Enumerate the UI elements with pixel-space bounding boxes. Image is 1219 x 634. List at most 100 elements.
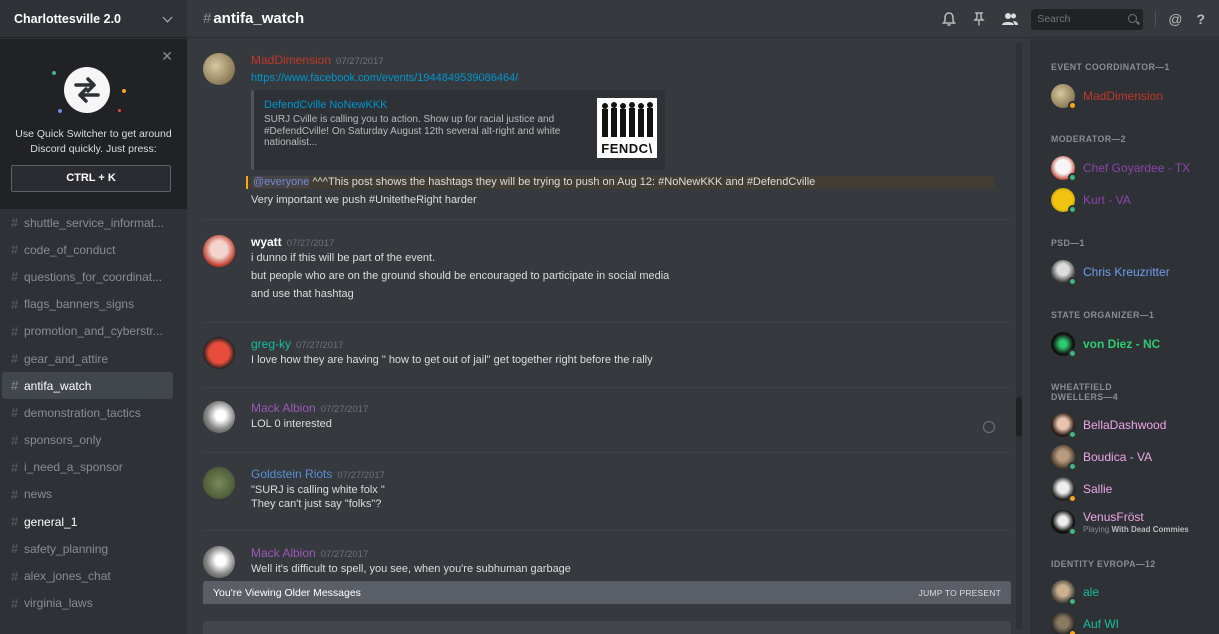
channel-name: alex_jones_chat [24,569,111,584]
timestamp: 07/27/2017 [320,549,369,560]
avatar [1051,477,1077,503]
hash-icon: # [11,323,19,339]
scrollbar-thumb[interactable] [1016,397,1022,437]
status-indicator [1068,205,1077,214]
channel-item[interactable]: # flags_banners_signs [2,291,173,318]
avatar [1051,580,1077,606]
embed-title[interactable]: DefendCville NoNewKKK [264,99,388,111]
channel-item[interactable]: # code_of_conduct [2,236,173,263]
member-item[interactable]: Chris Kreuzritter [1051,259,1170,286]
mention-icon[interactable]: @ [1168,11,1182,27]
channel-item[interactable]: # promotion_and_cyberstr... [2,318,173,345]
avatar [1051,188,1077,214]
channel-item[interactable]: # news [2,481,173,508]
member-name: VenusFröst [1083,510,1144,524]
avatar[interactable] [203,401,235,433]
member-item[interactable]: ale [1051,579,1100,606]
sparkle-icon [52,71,56,75]
quick-switcher-tip: ✕ Use Quick Switcher to get around Disco… [0,39,187,209]
member-item[interactable]: VenusFröst Playing With Dead Commies [1051,508,1189,536]
close-icon[interactable]: ✕ [161,48,173,65]
channel-item[interactable]: # demonstration_tactics [2,399,173,426]
chevron-down-icon [163,14,173,24]
guild-name: Charlottesville 2.0 [14,11,121,26]
username[interactable]: Goldstein Riots [251,467,332,481]
member-activity: Playing With Dead Commies [1083,525,1189,534]
bell-icon[interactable] [941,11,957,27]
avatar[interactable] [203,467,235,499]
message-link[interactable]: https://www.facebook.com/events/19448495… [251,72,518,84]
hash-icon: # [11,486,19,502]
help-icon[interactable]: ? [1196,11,1205,27]
channel-item[interactable]: # gear_and_attire [2,345,173,372]
status-indicator [1068,597,1077,606]
tip-line: Discord quickly. Just press: [30,143,157,155]
role-header: IDENTITY EVROPA—12 [1051,559,1156,569]
hash-icon: # [11,378,19,394]
member-item[interactable]: MadDimension [1051,83,1163,110]
member-name: BellaDashwood [1083,418,1167,432]
message-divider [203,322,1011,323]
member-item[interactable]: Boudica - VA [1051,444,1152,471]
member-name: Chef Goyardee - TX [1083,161,1191,175]
channel-list: #confirmed_participants #shuttle_service… [0,195,187,617]
channel-item[interactable]: # safety_planning [2,535,173,562]
username[interactable]: wyatt [251,235,282,249]
member-item[interactable]: Sallie [1051,476,1112,503]
channel-item-active[interactable]: # antifa_watch [2,372,173,400]
everyone-mention[interactable]: @everyone [253,176,310,188]
channel-item[interactable]: # questions_for_coordinat... [2,263,173,290]
avatar[interactable] [203,546,235,578]
channel-name: flags_banners_signs [24,297,135,312]
activity-game: With Dead Commies [1111,525,1189,534]
channel-item[interactable]: # i_need_a_sponsor [2,454,173,481]
message-text: and use that hashtag [251,288,354,300]
username[interactable]: Mack Albion [251,546,316,560]
header-divider [1155,11,1157,27]
member-item[interactable]: Kurt - VA [1051,187,1131,214]
channel-item-unread[interactable]: # general_1 [2,508,173,535]
role-header: MODERATOR—2 [1051,134,1126,144]
username[interactable]: Mack Albion [251,401,316,415]
hash-icon: # [11,269,19,285]
channel-name: antifa_watch [24,378,92,393]
avatar [1051,84,1077,110]
channel-item[interactable]: # sponsors_only [2,427,173,454]
avatar[interactable] [203,337,235,369]
avatar[interactable] [203,53,235,85]
channel-item[interactable]: # shuttle_service_informat... [2,209,173,236]
member-item[interactable]: Auf WI [1051,611,1119,634]
message-input[interactable] [203,621,1011,634]
username[interactable]: greg-ky [251,337,291,351]
member-name: ale [1083,585,1100,599]
header-toolbar: Search @ ? [941,0,1219,38]
jump-to-present-button[interactable]: JUMP TO PRESENT [919,588,1001,598]
username[interactable]: MadDimension [251,53,331,67]
embed-thumbnail[interactable]: FENDC\ [597,98,657,158]
channel-item[interactable]: # alex_jones_chat [2,562,173,589]
member-list: EVENT COORDINATOR—1 MadDimension MODERAT… [1036,39,1219,634]
pin-icon[interactable] [971,11,987,27]
message-divider [203,387,1011,388]
channel-name: virginia_laws [24,596,93,611]
hash-icon: # [11,242,19,258]
search-input[interactable]: Search [1031,8,1144,30]
hash-icon: # [11,568,19,584]
hash-icon: # [203,10,212,27]
channel-name: gear_and_attire [24,351,109,366]
channel-item[interactable]: # virginia_laws [2,590,173,617]
hash-icon: # [11,514,19,530]
add-reaction-icon[interactable] [983,421,995,433]
member-item[interactable]: von Diez - NC [1051,331,1160,358]
message-divider [203,219,1011,220]
activity-prefix: Playing [1083,525,1112,534]
member-item[interactable]: Chef Goyardee - TX [1051,155,1191,182]
hash-icon: # [11,351,19,367]
mention-message: @everyone ^^^This post shows the hashtag… [246,176,995,189]
avatar[interactable] [203,235,235,267]
channel-name: safety_planning [24,541,109,556]
scrollbar-track[interactable] [1016,42,1022,630]
members-icon[interactable] [1001,11,1019,27]
member-item[interactable]: BellaDashwood [1051,412,1167,439]
guild-header[interactable]: Charlottesville 2.0 [0,0,187,38]
